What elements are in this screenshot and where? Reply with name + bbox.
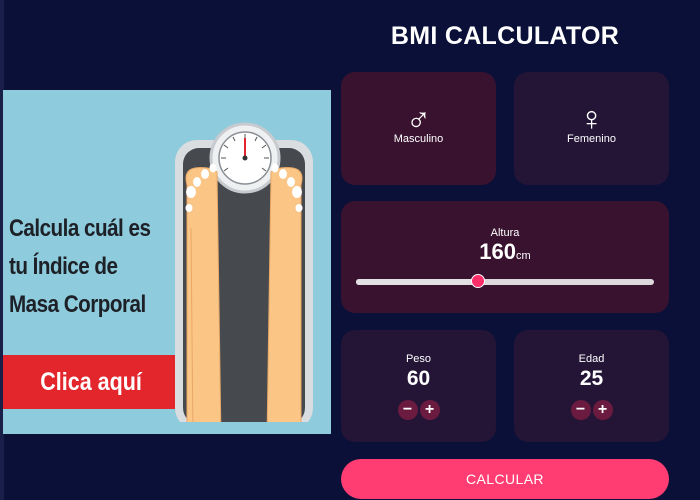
height-unit: cm: [516, 250, 531, 262]
gender-label-female: Femenino: [567, 133, 616, 145]
height-card: Altura 160cm: [341, 201, 669, 313]
promo-banner[interactable]: Calcula cuál es tu Índice de Masa Corpor…: [3, 90, 331, 434]
female-symbol-icon: ♀: [578, 100, 605, 138]
promo-cta-label: Clica aquí: [40, 367, 142, 396]
height-label: Altura: [490, 227, 520, 239]
gender-card-female[interactable]: ♀ Femenino: [514, 72, 669, 185]
male-symbol-icon: ♂: [405, 100, 432, 138]
promo-line-1: Calcula cuál es: [9, 215, 151, 242]
height-slider-thumb[interactable]: [471, 274, 486, 288]
weight-decrement-button[interactable]: −: [397, 400, 418, 420]
age-stepper: − +: [514, 400, 669, 420]
gender-card-male[interactable]: ♂ Masculino: [341, 72, 496, 185]
promo-line-3: Masa Corporal: [9, 291, 146, 318]
height-readout: 160cm: [341, 239, 669, 265]
calculate-button[interactable]: CALCULAR: [341, 459, 669, 499]
promo-cta-button[interactable]: Clica aquí: [3, 355, 179, 409]
app-title: BMI CALCULATOR: [390, 22, 620, 50]
weight-increment-button[interactable]: +: [419, 400, 440, 420]
age-value: 25: [579, 367, 604, 390]
height-value: 160: [479, 239, 517, 264]
height-slider[interactable]: [356, 274, 654, 288]
age-label: Edad: [578, 353, 605, 365]
age-increment-button[interactable]: +: [592, 400, 613, 420]
weight-card: Peso 60 − +: [341, 330, 496, 442]
gender-label-male: Masculino: [393, 133, 444, 145]
age-card: Edad 25 − +: [514, 330, 669, 442]
promo-headline: Calcula cuál es tu Índice de Masa Corpor…: [9, 210, 155, 324]
weight-label: Peso: [405, 353, 432, 365]
age-decrement-button[interactable]: −: [570, 400, 591, 420]
promo-line-2: tu Índice de: [9, 253, 118, 280]
weight-value: 60: [406, 367, 431, 390]
height-slider-fill: [356, 279, 479, 285]
weight-stepper: − +: [341, 400, 496, 420]
bathroom-scale-illustration: [175, 122, 313, 422]
